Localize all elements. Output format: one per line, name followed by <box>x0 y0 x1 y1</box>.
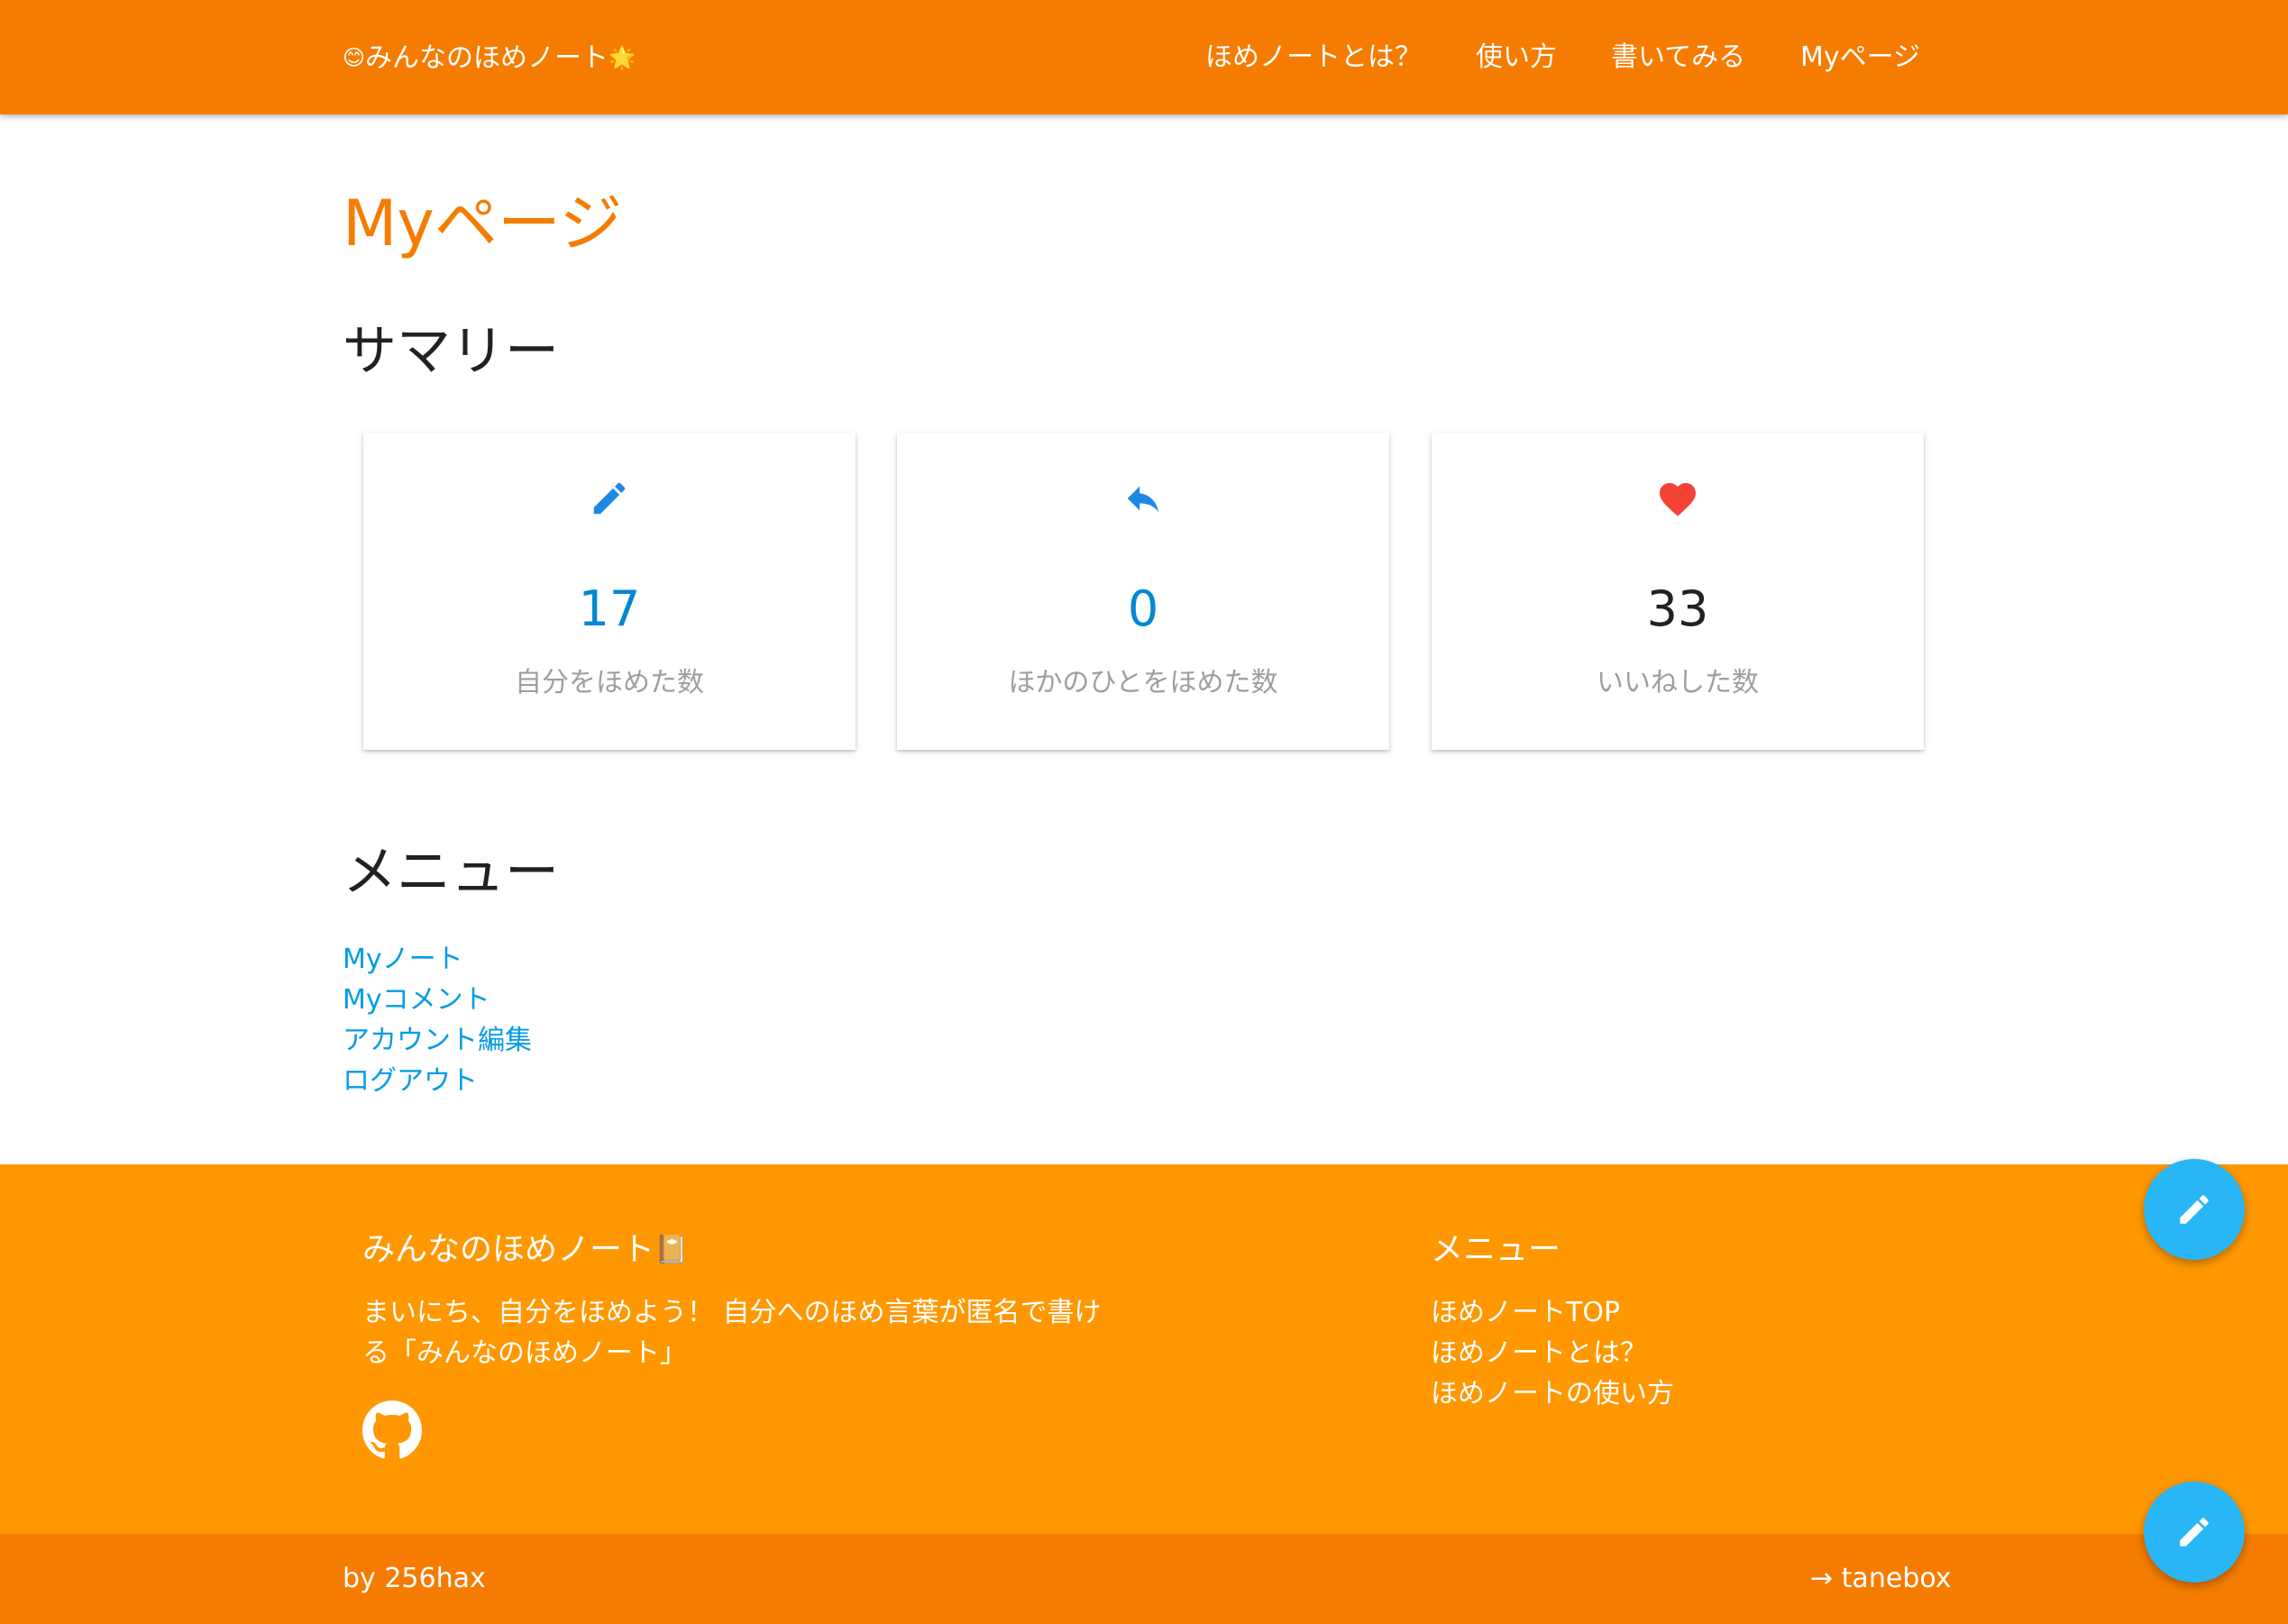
navbar: 😊みんなのほめノート🌟 ほめノートとは？ 使い方 書いてみる Myページ <box>0 0 2288 114</box>
self-praise-count: 17 <box>578 580 641 637</box>
notebook-emoji-icon: 📔 <box>654 1234 689 1265</box>
menu-link-edit-account[interactable]: アカウント編集 <box>343 1025 532 1056</box>
footer-title: みんなのほめノート📔 <box>362 1227 688 1273</box>
pencil-icon <box>363 478 856 523</box>
summary-card-self-praise: 17 自分をほめた数 <box>363 433 856 750</box>
footer-description: まいにち、自分をほめよう！ 自分へのほめ言葉が匿名で書ける「みんなのほめノート」 <box>362 1297 1102 1369</box>
menu-item: Myコメント <box>343 980 532 1020</box>
others-praise-label: ほかのひとをほめた数 <box>1008 667 1278 698</box>
brand-link[interactable]: 😊みんなのほめノート🌟 <box>343 38 636 78</box>
footer-menu-title: メニュー <box>1431 1231 1561 1268</box>
likes-count: 33 <box>1646 580 1709 637</box>
footer-link-top[interactable]: ほめノートTOP <box>1431 1297 1620 1328</box>
self-praise-label: 自分をほめた数 <box>515 667 704 698</box>
likes-label: いいねした数 <box>1597 667 1759 698</box>
footer-menu-item: ほめノートの使い方 <box>1431 1373 1674 1414</box>
others-praise-count: 0 <box>1127 580 1159 637</box>
nav-howto[interactable]: 使い方 <box>1476 38 1557 78</box>
page-title: Myページ <box>343 187 623 260</box>
footer-link-about[interactable]: ほめノートとは？ <box>1431 1337 1647 1369</box>
summary-card-likes: 33 いいねした数 <box>1432 433 1924 750</box>
footer-menu-item: ほめノートとは？ <box>1431 1333 1674 1373</box>
mypage-menu: Myノート Myコメント アカウント編集 ログアウト <box>343 939 532 1101</box>
footer-link-howto[interactable]: ほめノートの使い方 <box>1431 1378 1674 1410</box>
write-fab-button-bottom[interactable] <box>2144 1482 2245 1583</box>
menu-item: Myノート <box>343 939 532 980</box>
menu-link-my-comments[interactable]: Myコメント <box>343 984 490 1016</box>
smile-emoji-icon: 😊 <box>343 45 366 70</box>
footer-menu-item: ほめノートTOP <box>1431 1292 1674 1333</box>
menu-link-logout[interactable]: ログアウト <box>343 1065 478 1097</box>
footer-menu: ほめノートTOP ほめノートとは？ ほめノートの使い方 <box>1431 1292 1674 1414</box>
external-link-tanebox[interactable]: → tanebox <box>1810 1559 1952 1599</box>
nav-about[interactable]: ほめノートとは？ <box>1205 38 1422 78</box>
reply-icon <box>897 478 1389 523</box>
heart-icon <box>1432 478 1924 523</box>
menu-item: アカウント編集 <box>343 1020 532 1061</box>
pencil-icon <box>2175 1513 2213 1551</box>
menu-item: ログアウト <box>343 1061 532 1101</box>
pencil-icon <box>2175 1191 2213 1228</box>
footer: みんなのほめノート📔 まいにち、自分をほめよう！ 自分へのほめ言葉が匿名で書ける… <box>0 1164 2288 1534</box>
menu-link-my-notes[interactable]: Myノート <box>343 944 463 975</box>
menu-title: メニュー <box>343 841 559 904</box>
copyright-bar: by 256hax → tanebox <box>0 1534 2288 1624</box>
footer-title-text: みんなのほめノート <box>362 1231 655 1268</box>
github-icon[interactable] <box>362 1400 422 1460</box>
summary-card-others-praise: 0 ほかのひとをほめた数 <box>897 433 1389 750</box>
byline: by 256hax <box>343 1563 486 1594</box>
brand-text: みんなのほめノート <box>365 42 609 74</box>
star-emoji-icon: 🌟 <box>609 45 636 70</box>
write-fab-button[interactable] <box>2144 1159 2245 1260</box>
nav-mypage[interactable]: Myページ <box>1800 38 1920 78</box>
summary-title: サマリー <box>343 320 559 383</box>
nav-write[interactable]: 書いてみる <box>1611 38 1745 78</box>
